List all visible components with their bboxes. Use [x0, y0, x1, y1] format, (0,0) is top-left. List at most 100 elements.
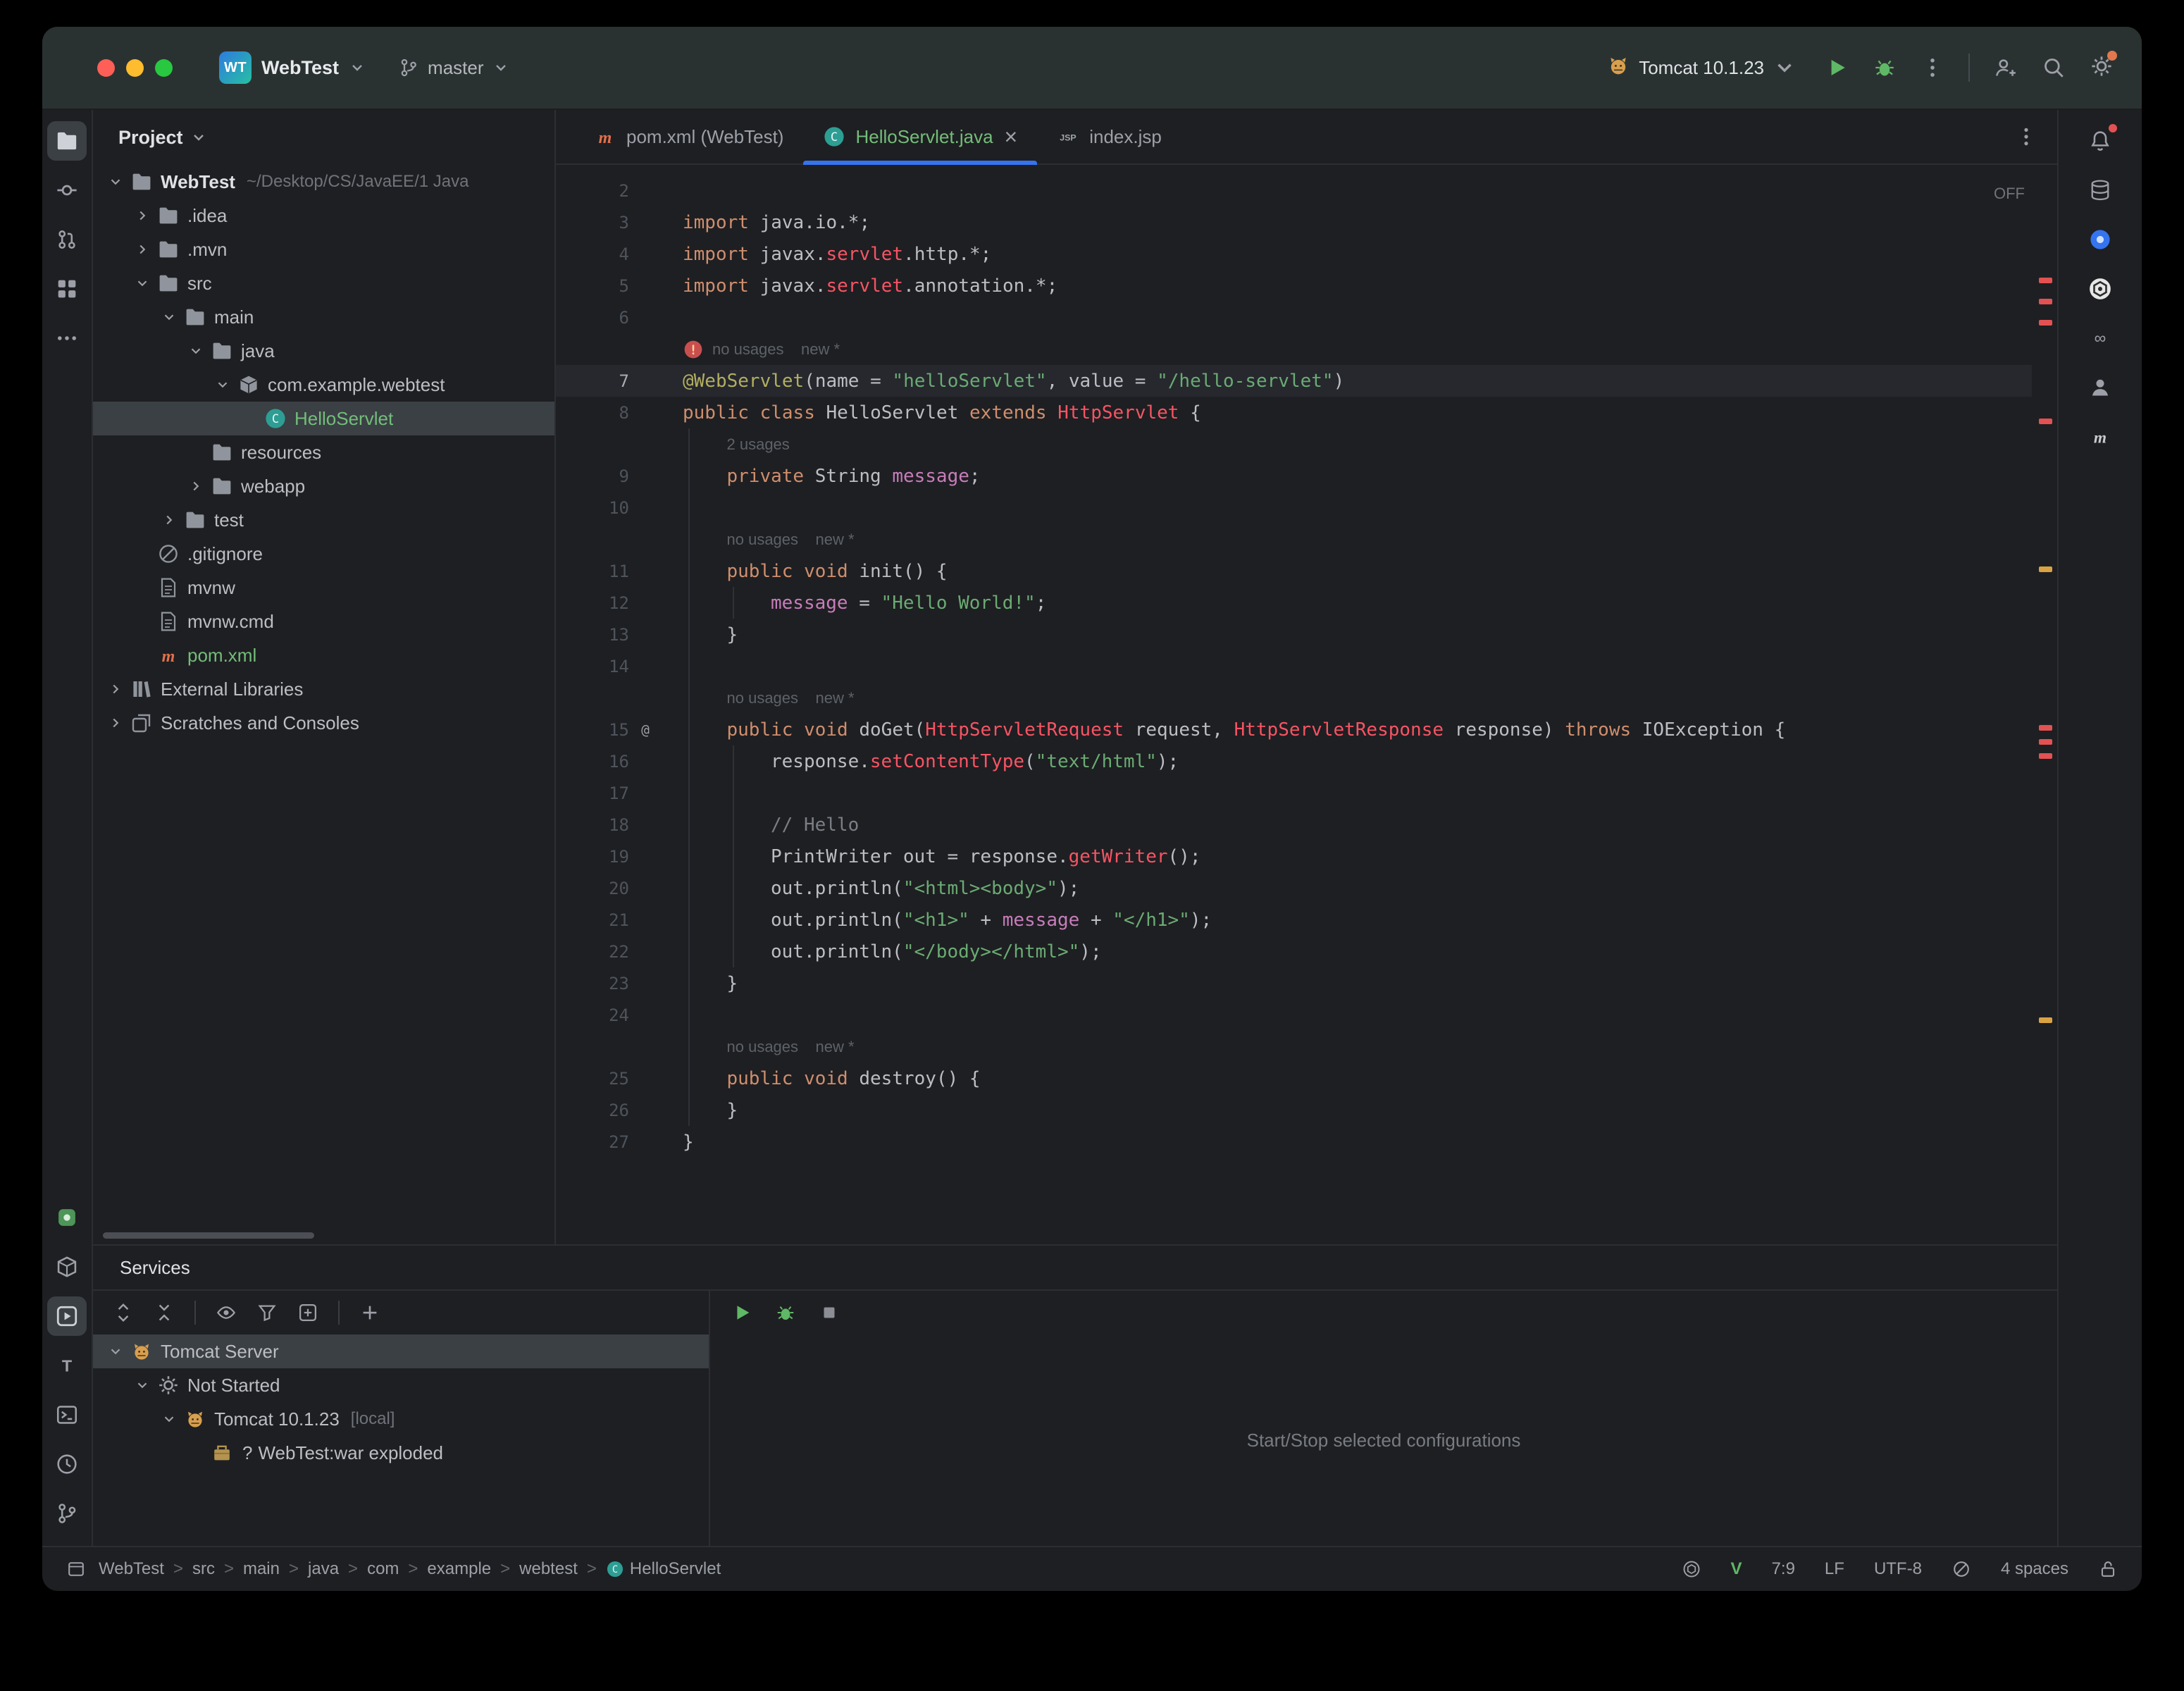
- more-tools-button[interactable]: [47, 318, 87, 358]
- stripe-mark[interactable]: [2039, 320, 2052, 326]
- debug-service-button[interactable]: [775, 1302, 796, 1323]
- chevron-down-icon[interactable]: [210, 377, 235, 392]
- code-line[interactable]: 27}: [556, 1126, 2032, 1158]
- minimize-window-button[interactable]: [126, 58, 144, 77]
- branch-widget[interactable]: master: [398, 57, 509, 79]
- database-tool-button[interactable]: [2080, 171, 2120, 210]
- add-service-button[interactable]: [359, 1302, 380, 1323]
- breadcrumb-item[interactable]: WebTest: [99, 1559, 164, 1579]
- project-tree-item[interactable]: Scratches and Consoles: [93, 706, 554, 740]
- tab-options-button[interactable]: [2015, 125, 2037, 148]
- indent-style[interactable]: 4 spaces: [2001, 1559, 2068, 1579]
- stripe-mark[interactable]: [2039, 753, 2052, 759]
- chevron-right-icon[interactable]: [183, 478, 209, 494]
- code-line[interactable]: 16 response.setContentType("text/html");: [556, 745, 2032, 777]
- more-actions-button[interactable]: [1921, 56, 1944, 80]
- project-tree-item[interactable]: WebTest ~/Desktop/CS/JavaEE/1 Java: [93, 165, 554, 199]
- notifications-button[interactable]: [2080, 121, 2120, 161]
- stripe-mark[interactable]: [2039, 299, 2052, 304]
- filter-button[interactable]: [256, 1302, 278, 1323]
- code-line[interactable]: 8 public class HelloServlet extends HttpS…: [556, 397, 2032, 428]
- code-line[interactable]: 5 import javax.servlet.annotation.*;: [556, 270, 2032, 302]
- project-tree-item[interactable]: External Libraries: [93, 672, 554, 706]
- project-tree-item[interactable]: .gitignore: [93, 537, 554, 571]
- breadcrumb-item[interactable]: java: [308, 1559, 339, 1579]
- project-tree-item[interactable]: com.example.webtest: [93, 368, 554, 402]
- project-tree-item[interactable]: .mvn: [93, 233, 554, 266]
- code-line[interactable]: 20 out.println("<html><body>");: [556, 872, 2032, 904]
- close-tab-icon[interactable]: ×: [1005, 125, 1018, 148]
- code-line[interactable]: 15 @ public void doGet(HttpServletRequest …: [556, 714, 2032, 745]
- chevron-down-icon[interactable]: [183, 343, 209, 359]
- code-line[interactable]: 11 public void init() {: [556, 555, 2032, 587]
- run-configuration-selector[interactable]: Tomcat 10.1.23: [1606, 54, 1797, 82]
- expand-all-button[interactable]: [113, 1302, 134, 1323]
- terminal-tool-button[interactable]: [47, 1395, 87, 1435]
- code-line[interactable]: 19 PrintWriter out = response.getWriter()…: [556, 841, 2032, 872]
- debug-button[interactable]: [1873, 56, 1897, 80]
- commit-tool-button[interactable]: [47, 171, 87, 210]
- build-tool-button[interactable]: [47, 1247, 87, 1287]
- file-encoding[interactable]: UTF-8: [1874, 1559, 1922, 1579]
- project-widget[interactable]: WT WebTest: [219, 51, 366, 84]
- stop-service-button[interactable]: [819, 1302, 840, 1323]
- chevron-right-icon[interactable]: [156, 512, 182, 528]
- highlighting-level-indicator[interactable]: OFF: [1994, 185, 2025, 203]
- chevron-right-icon[interactable]: [103, 681, 128, 697]
- search-everywhere-button[interactable]: [2042, 56, 2066, 80]
- zoom-window-button[interactable]: [155, 58, 173, 77]
- run-button[interactable]: [1825, 56, 1849, 80]
- chevron-down-icon[interactable]: [103, 1344, 128, 1359]
- stripe-mark[interactable]: [2039, 566, 2052, 572]
- open-in-new-tab-button[interactable]: [297, 1302, 318, 1323]
- services-tree-item[interactable]: Tomcat 10.1.23 [local]: [93, 1402, 709, 1436]
- code-line[interactable]: 21 out.println("<h1>" + message + "</h1>"…: [556, 904, 2032, 936]
- project-view-selector[interactable]: Project: [118, 127, 183, 149]
- profiler-tool-button[interactable]: [47, 1444, 87, 1484]
- vcs-v-indicator[interactable]: V: [1731, 1559, 1742, 1579]
- todo-tool-button[interactable]: T: [47, 1346, 87, 1385]
- breadcrumb-item[interactable]: webtest: [519, 1559, 578, 1579]
- code-line[interactable]: 25 public void destroy() {: [556, 1063, 2032, 1094]
- chevron-right-icon[interactable]: [103, 715, 128, 731]
- editor-tab[interactable]: m pom.xml (WebTest): [574, 110, 803, 163]
- close-window-button[interactable]: [97, 58, 115, 77]
- code-line[interactable]: 2: [556, 175, 2032, 206]
- code-line[interactable]: 23}: [556, 967, 2032, 999]
- breadcrumb-item[interactable]: com: [367, 1559, 399, 1579]
- code-line[interactable]: 14: [556, 650, 2032, 682]
- code-with-me-button[interactable]: [1994, 56, 2018, 80]
- writable-status-icon[interactable]: [2098, 1559, 2118, 1579]
- code-line[interactable]: 26}: [556, 1094, 2032, 1126]
- code-line[interactable]: 12 message = "Hello World!";: [556, 587, 2032, 619]
- code-line[interactable]: 3 import java.io.*;: [556, 206, 2032, 238]
- chevron-down-icon[interactable]: [156, 309, 182, 325]
- highlighting-off-icon[interactable]: [1952, 1559, 1971, 1579]
- project-tree-item[interactable]: C HelloServlet: [93, 402, 554, 435]
- project-tree-item[interactable]: mvnw: [93, 571, 554, 605]
- ai-assistant-tool-button[interactable]: [2080, 220, 2120, 259]
- chevron-down-icon[interactable]: [103, 174, 128, 190]
- project-tree-item[interactable]: webapp: [93, 469, 554, 503]
- stripe-mark[interactable]: [2039, 725, 2052, 731]
- collapse-all-button[interactable]: [154, 1302, 175, 1323]
- breadcrumb-item[interactable]: example: [427, 1559, 491, 1579]
- services-tree-item[interactable]: ? WebTest:war exploded: [93, 1436, 709, 1470]
- project-tree-item[interactable]: resources: [93, 435, 554, 469]
- code-line[interactable]: 18 // Hello: [556, 809, 2032, 841]
- plugin-tool-button[interactable]: [47, 1198, 87, 1237]
- project-tree-item[interactable]: .idea: [93, 199, 554, 233]
- project-tool-button[interactable]: [47, 121, 87, 161]
- chevron-down-icon[interactable]: [130, 275, 155, 291]
- stripe-mark[interactable]: [2039, 278, 2052, 283]
- code-line[interactable]: 22 out.println("</body></html>");: [556, 936, 2032, 967]
- breadcrumb-item[interactable]: C HelloServlet: [606, 1559, 721, 1579]
- code-line[interactable]: 7 @WebServlet(name = "helloServlet", valu…: [556, 365, 2032, 397]
- maven-tool-button[interactable]: m: [2080, 417, 2120, 457]
- chevron-down-icon[interactable]: [130, 1377, 155, 1393]
- project-tree-item[interactable]: src: [93, 266, 554, 300]
- breadcrumb-item[interactable]: main: [243, 1559, 280, 1579]
- plugin-infinity-tool-button[interactable]: ∞: [2080, 318, 2120, 358]
- code-editor[interactable]: 2 3 import java.io.*; 4 import javax.servlet…: [556, 165, 2057, 1244]
- code-line[interactable]: 17: [556, 777, 2032, 809]
